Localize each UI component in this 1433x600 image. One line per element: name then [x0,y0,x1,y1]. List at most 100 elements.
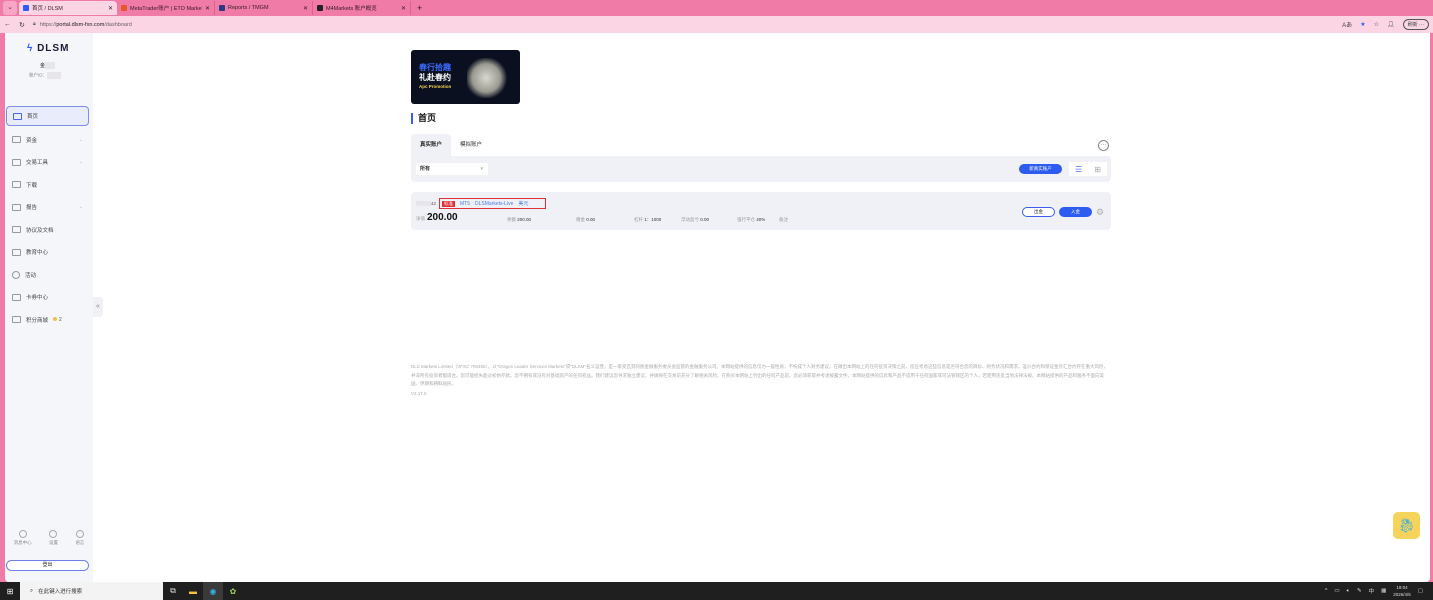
app-icon[interactable]: ✿ [223,582,243,600]
sidebar-item-home[interactable]: 首页 [6,106,89,126]
reload-icon[interactable]: ↻ [19,21,25,29]
stop-out: 强行平仓 40% [737,217,766,222]
favorite-star-icon[interactable]: ★ [1360,21,1365,28]
ime-indicator[interactable]: 中 [1369,587,1375,595]
tray-chevron-icon[interactable]: ^ [1325,588,1328,594]
windows-start-icon[interactable]: ⊞ [0,587,20,596]
tab-actions-menu[interactable]: ⌄ [3,1,17,15]
dlsm-logo: ϟ DLSM [27,43,70,54]
sidebar: ϟ DLSM 金 账户ID： 首页 资金 ⌄ 交易工具 ⌄ 下载 报告 ⌄ 协议及文档… [5,33,93,582]
close-tab-icon[interactable]: ✕ [205,5,210,12]
sidebar-item-funds[interactable]: 资金 ⌄ [6,129,89,152]
browser-tab[interactable]: 首页 / DLSM ✕ [19,1,117,15]
sidebar-item-events[interactable]: 活动 [6,264,89,287]
remark[interactable]: 备注 [779,217,788,223]
edge-browser-icon[interactable]: ◉ [203,582,223,600]
page: ϟ DLSM 金 账户ID： 首页 资金 ⌄ 交易工具 ⌄ 下载 报告 ⌄ 协议及文档… [5,33,1430,582]
grid-view-icon[interactable]: ⊞ [1094,165,1101,174]
notification-icon[interactable]: ▢ [1418,588,1423,594]
language-button[interactable]: 语言 [75,530,84,546]
url-prefix: https:// [39,21,57,28]
favicon-icon [219,5,225,11]
support-mascot-button[interactable]: 🐉︎ [1393,512,1420,539]
keyboard-icon[interactable]: ▦ [1381,588,1386,594]
banner-caption: Apc Promotion [419,84,452,89]
sidebar-item-label: 下载 [26,182,38,189]
sidebar-item-label: 报告 [26,205,38,212]
file-explorer-icon[interactable]: ▬ [183,582,203,600]
sidebar-item-label: 积分商城 [26,317,49,324]
task-view-icon[interactable]: ⧉ [163,582,183,600]
globe-icon [75,530,84,538]
more-options-icon[interactable]: ··· [1098,140,1109,151]
new-live-account-button[interactable]: 新真实账户 [1019,164,1062,174]
favicon-icon [121,5,127,11]
report-icon [12,203,21,211]
sidebar-item-download[interactable]: 下载 [6,174,89,197]
gear-icon [49,530,58,538]
sidebar-item-points-mall[interactable]: 积分商城 2 [6,309,89,332]
clock-date: 2026/4/6 [1393,592,1411,597]
coupon-icon [12,293,21,301]
browser-tab[interactable]: MetaTrader账户 | ETO Markets Live✕ [117,1,215,15]
close-tab-icon[interactable]: ✕ [303,5,308,12]
collapse-sidebar-button[interactable]: « [93,297,103,317]
profile-icon[interactable]: 👤︎ [1387,21,1395,28]
list-view-icon[interactable]: ☰ [1075,165,1082,174]
sidebar-item-documents[interactable]: 协议及文档 [6,219,89,242]
address-bar-row: ← ↻ 🔒︎ https://portal.dlsm-fxn.com/dashbo… [0,16,1433,33]
taskbar-search[interactable]: ⌕ 在此键入进行搜索 [20,582,163,600]
favicon-icon [317,5,323,11]
deposit-button[interactable]: 入金 [1059,207,1092,217]
sidebar-item-coupons[interactable]: 卡券中心 [6,286,89,309]
browser-tab[interactable]: Reports / TMGM ✕ [215,1,313,15]
sidebar-item-label: 首页 [27,114,39,120]
document-icon [12,226,21,234]
download-icon [12,181,21,189]
wallet-icon [12,136,21,144]
lock-icon: 🔒︎ [32,21,36,27]
banner-subtitle: 礼赴春约 [419,73,451,82]
tab-title: Reports / TMGM [228,5,269,11]
version-label: V3.17.0 [411,391,427,396]
search-icon: ⌕ [30,587,34,594]
volume-icon[interactable]: 🔈︎ [1347,588,1350,595]
close-tab-icon[interactable]: ✕ [401,5,406,12]
tab-live-accounts[interactable]: 真实账户 [411,134,452,156]
settings-button[interactable]: 设置 [49,530,58,546]
url-field[interactable]: 🔒︎ https://portal.dlsm-fxn.com/dashboard [33,19,1334,31]
back-icon[interactable]: ← [4,21,11,28]
tools-icon [12,158,21,166]
withdraw-button[interactable]: 出金 [1022,207,1055,217]
promotion-banner[interactable]: 春行拾趣 礼赴春约 Apc Promotion [411,50,520,104]
pen-icon[interactable]: ✎ [1357,588,1362,594]
user-name: 金 [40,62,56,70]
server-tag: DLSMarkets-Live [475,200,514,207]
network-icon[interactable]: ▭ [1334,588,1339,594]
translate-icon[interactable]: Aあ [1342,20,1352,29]
floating-pl: 浮动盈亏 0.00 [681,217,710,222]
sidebar-item-trading-tools[interactable]: 交易工具 ⌄ [6,151,89,174]
clock-time: 19:04 [1396,585,1408,590]
chevron-down-icon: ▾ [480,166,483,172]
new-tab-button[interactable]: + [417,3,422,13]
refresh-button[interactable]: 刷新 ··· [1402,19,1429,30]
messages-button[interactable]: 消息中心 [14,530,32,546]
account-tags: 标准 MT5 DLSMarkets-Live 美元 [439,198,546,209]
bonus: 赠金 0.00 [576,217,596,222]
tab-demo-accounts[interactable]: 模拟账户 [451,134,492,156]
account-settings-gear-icon[interactable]: ⚙ [1096,207,1104,217]
sidebar-item-education[interactable]: 教育中心 [6,241,89,264]
logout-button[interactable]: 登出 [6,560,89,571]
browser-tab[interactable]: M4Markets 账户概览 ✕ [313,1,411,15]
equity: 净值 200.00 [416,212,458,223]
sidebar-item-reports[interactable]: 报告 ⌄ [6,196,89,219]
leverage: 杠杆 1：1000 [634,217,662,222]
favorites-icon[interactable]: ☆ [1374,21,1379,28]
search-placeholder: 在此键入进行搜索 [38,589,83,595]
points-badge: 2 [53,316,62,323]
account-type-select[interactable]: 所有 ▾ [416,163,488,175]
close-tab-icon[interactable]: ✕ [108,5,113,12]
chevron-down-icon: ⌄ [78,204,83,211]
clock[interactable]: 19:04 2026/4/6 [1393,584,1411,598]
